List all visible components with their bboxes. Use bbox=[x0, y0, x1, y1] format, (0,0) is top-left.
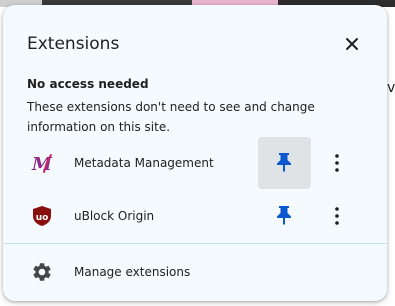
extensions-popup: Extensions No access needed These extens… bbox=[3, 5, 387, 301]
pin-button[interactable] bbox=[258, 137, 311, 189]
more-vert-icon bbox=[335, 207, 339, 225]
gear-icon bbox=[33, 263, 51, 281]
pin-button[interactable] bbox=[258, 190, 311, 242]
manage-extensions-label: Manage extensions bbox=[74, 265, 191, 279]
manage-extensions-button[interactable]: Manage extensions bbox=[3, 249, 387, 295]
popup-title: Extensions bbox=[27, 34, 120, 54]
extension-name: Metadata Management bbox=[74, 156, 214, 170]
extension-name: uBlock Origin bbox=[74, 209, 155, 223]
more-vert-icon bbox=[335, 154, 339, 172]
pin-icon bbox=[277, 153, 291, 172]
extension-row-ublock-origin[interactable]: uo uBlock Origin bbox=[3, 190, 387, 240]
divider bbox=[3, 243, 387, 244]
background-page-text: ve bbox=[387, 80, 395, 96]
close-button[interactable] bbox=[339, 31, 365, 57]
pin-icon bbox=[277, 206, 291, 225]
more-options-button[interactable] bbox=[325, 203, 349, 229]
metadata-management-icon: M bbox=[31, 154, 53, 174]
close-icon bbox=[346, 38, 358, 50]
section-description: These extensions don't need to see and c… bbox=[27, 100, 315, 134]
section-heading: No access needed bbox=[27, 77, 149, 91]
ublock-origin-icon: uo bbox=[33, 206, 51, 226]
extension-row-metadata-management[interactable]: M Metadata Management bbox=[3, 137, 387, 189]
more-options-button[interactable] bbox=[325, 150, 349, 176]
svg-text:uo: uo bbox=[36, 213, 49, 223]
